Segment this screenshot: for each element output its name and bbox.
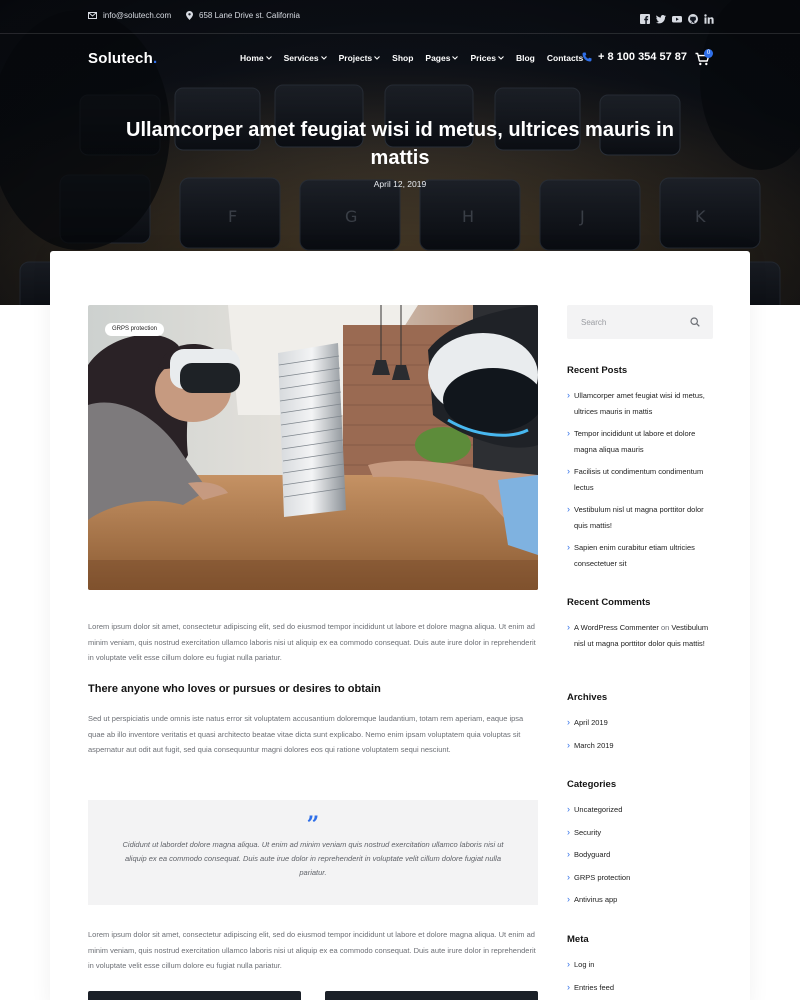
recent-post-link[interactable]: › Facilisis ut condimentum condimentum le… — [567, 464, 717, 495]
address-text: 658 Lane Drive st. California — [199, 11, 300, 20]
chevron-right-icon: › — [567, 959, 570, 969]
category-link[interactable]: › Bodyguard — [567, 847, 717, 863]
chevron-right-icon: › — [567, 826, 570, 837]
chevron-right-icon: › — [567, 739, 570, 750]
comment-author[interactable]: A WordPress Commenter — [574, 623, 659, 632]
login-link[interactable]: › Log in — [567, 957, 717, 973]
chevron-right-icon: › — [567, 542, 570, 552]
recent-posts-list: › Vestibulum nisl ut magna porttitor dolo… — [567, 502, 717, 533]
post-paragraph-3: Lorem ipsum dolor sit amet, consectetur … — [88, 930, 536, 970]
recent-posts-list: › Tempor incididunt ut labore et dolore m… — [567, 426, 717, 457]
nav-item-prices[interactable]: Prices — [470, 53, 504, 63]
top-info-bar: info@solutech.com 658 Lane Drive st. Cal… — [0, 0, 800, 34]
recent-post-link[interactable]: › Ullamcorper amet feugiat wisi id metus,… — [567, 388, 717, 419]
social-links — [634, 11, 714, 24]
nav-item-projects[interactable]: Projects — [339, 53, 381, 63]
meta-list: › Log in › Entries feed — [567, 957, 717, 995]
archive-link[interactable]: › April 2019 — [567, 715, 717, 731]
chevron-down-icon — [452, 56, 459, 60]
category-link[interactable]: › GRPS protection — [567, 870, 717, 886]
recent-posts-list: › Sapien enim curabitur etiam ultricies c… — [567, 540, 717, 571]
twitter-icon[interactable] — [656, 11, 666, 24]
facebook-icon[interactable] — [640, 11, 650, 24]
chevron-right-icon: › — [567, 849, 570, 859]
gallery-image-1[interactable] — [88, 991, 301, 1000]
recent-post-link[interactable]: › Sapien enim curabitur etiam ultricies c… — [567, 540, 717, 571]
chevron-right-icon: › — [567, 504, 570, 514]
quote-icon: ” — [306, 812, 320, 838]
header-phone[interactable]: + 8 100 354 57 87 — [582, 51, 687, 63]
nav-menu: Home Services Projects Shop Pages Prices… — [240, 53, 595, 63]
linkedin-icon[interactable] — [704, 11, 714, 24]
github-icon[interactable] — [688, 11, 698, 24]
envelope-icon — [88, 12, 97, 19]
category-link[interactable]: › Uncategorized — [567, 802, 717, 818]
recent-comments-list: › A WordPress Commenter on Vestibulum nis… — [567, 620, 717, 651]
entries-feed-link[interactable]: › Entries feed — [567, 980, 717, 996]
search-input[interactable] — [581, 315, 681, 329]
recent-comment: › A WordPress Commenter on Vestibulum nis… — [567, 622, 709, 648]
chevron-down-icon — [498, 56, 504, 60]
main-navigation: Solutech. Home Services Projects Shop Pa… — [0, 34, 800, 82]
chevron-down-icon — [320, 56, 327, 60]
cart-count-badge: 0 — [704, 49, 713, 58]
site-logo[interactable]: Solutech. — [88, 50, 157, 67]
vr-architecture-photo — [88, 305, 538, 590]
recent-post-link[interactable]: › Tempor incididunt ut labore et dolore m… — [567, 426, 717, 457]
phone-number: + 8 100 354 57 87 — [598, 51, 687, 63]
categories-title: Categories — [567, 779, 617, 790]
quote-text: Cididunt ut labordet dolore magna aliqua… — [122, 840, 504, 877]
map-pin-icon — [186, 11, 193, 20]
chevron-down-icon — [265, 56, 272, 60]
post-title: Ullamcorper amet feugiat wisi id metus, … — [126, 119, 674, 169]
post-paragraph-2: Sed ut perspiciatis unde omnis iste natu… — [88, 714, 524, 754]
gallery-image-2[interactable] — [325, 991, 538, 1000]
category-link[interactable]: › Antivirus app — [567, 892, 717, 908]
nav-item-services[interactable]: Services — [284, 53, 327, 63]
youtube-icon[interactable] — [672, 11, 682, 23]
recent-posts-title: Recent Posts — [567, 365, 628, 376]
archives-title: Archives — [567, 692, 608, 703]
chevron-right-icon: › — [567, 894, 570, 904]
archives-list: › April 2019 › March 2019 — [567, 715, 717, 753]
recent-comments-title: Recent Comments — [567, 597, 651, 608]
post-paragraph-1: Lorem ipsum dolor sit amet, consectetur … — [88, 622, 536, 662]
chevron-down-icon — [374, 56, 381, 60]
recent-posts-list: › Facilisis ut condimentum condimentum le… — [567, 464, 717, 495]
email-text: info@solutech.com — [103, 11, 172, 20]
recent-posts-list: › Ullamcorper amet feugiat wisi id metus,… — [567, 388, 717, 419]
email-info[interactable]: info@solutech.com — [88, 11, 171, 20]
address-info: 658 Lane Drive st. California — [186, 11, 300, 20]
nav-item-home[interactable]: Home — [240, 53, 272, 63]
blockquote: ” Cididunt ut labordet dolore magna aliq… — [88, 800, 538, 905]
chevron-right-icon: › — [567, 428, 570, 438]
post-subheading: There anyone who loves or pursues or des… — [88, 683, 381, 695]
archive-link[interactable]: › March 2019 — [567, 738, 717, 754]
featured-image[interactable] — [88, 305, 538, 590]
nav-item-contacts[interactable]: Contacts — [547, 53, 583, 63]
categories-list: › Uncategorized › Security › Bodyguard › GRP… — [567, 802, 717, 908]
chevron-right-icon: › — [567, 390, 570, 400]
nav-item-blog[interactable]: Blog — [516, 53, 535, 63]
chevron-right-icon: › — [567, 804, 570, 814]
chevron-right-icon: › — [567, 871, 570, 882]
chevron-right-icon: › — [567, 717, 570, 727]
category-link[interactable]: › Security — [567, 825, 717, 841]
nav-item-pages[interactable]: Pages — [425, 53, 459, 63]
chevron-right-icon: › — [567, 981, 570, 992]
meta-title: Meta — [567, 934, 589, 945]
search-icon[interactable] — [690, 317, 700, 327]
phone-icon — [582, 52, 592, 62]
nav-item-shop[interactable]: Shop — [392, 53, 413, 63]
chevron-right-icon: › — [567, 622, 570, 632]
chevron-right-icon: › — [567, 466, 570, 476]
recent-post-link[interactable]: › Vestibulum nisl ut magna porttitor dolo… — [567, 502, 717, 533]
post-date: April 12, 2019 — [373, 179, 427, 189]
image-category-badge[interactable]: GRPS protection — [105, 323, 165, 336]
